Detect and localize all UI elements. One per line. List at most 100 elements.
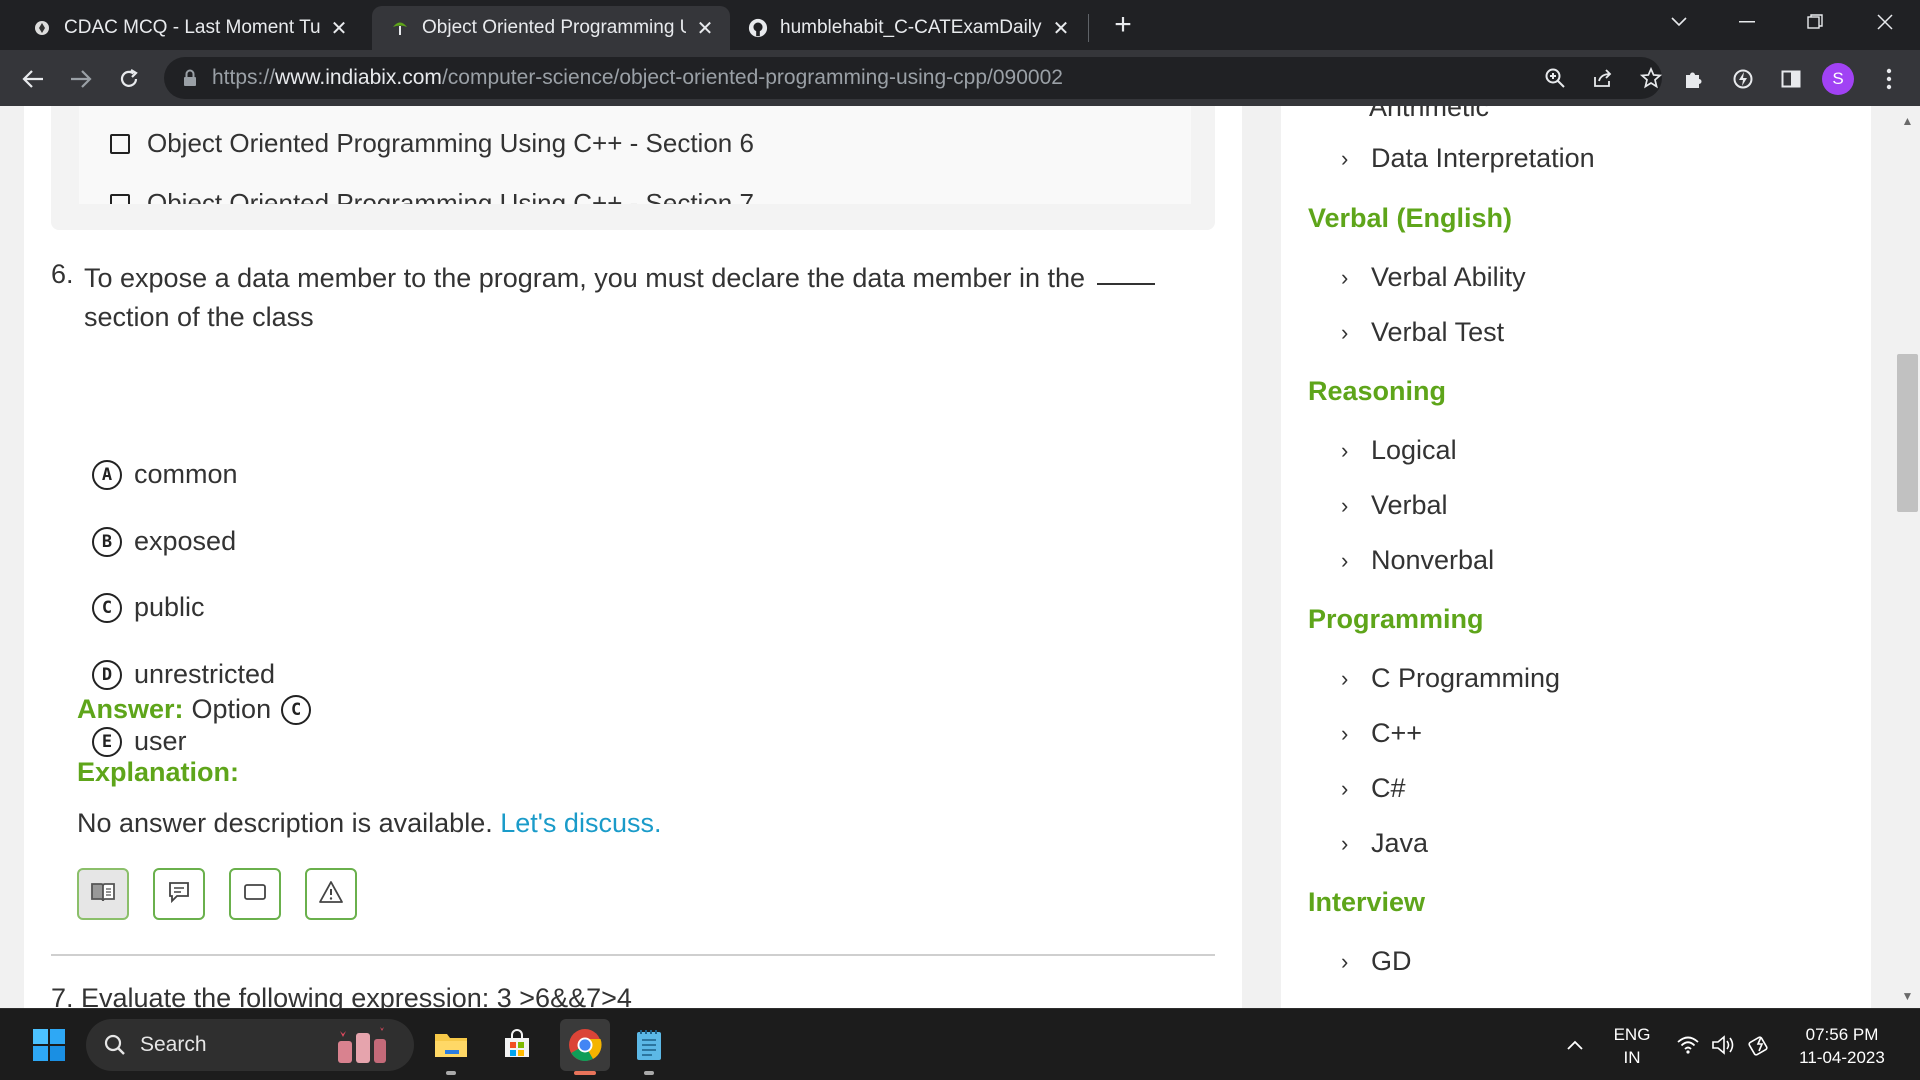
- sidebar-item-data-interpretation[interactable]: › Data Interpretation: [1341, 143, 1595, 174]
- scroll-thumb[interactable]: [1897, 354, 1918, 512]
- lock-icon: [182, 69, 200, 87]
- option-d[interactable]: D unrestricted: [92, 659, 275, 690]
- option-text: unrestricted: [134, 659, 276, 689]
- scroll-down-icon[interactable]: ▼: [1899, 987, 1916, 1004]
- sidebar-category-reasoning[interactable]: Reasoning: [1308, 376, 1446, 407]
- chrome-icon[interactable]: [560, 1019, 610, 1071]
- chevron-right-icon: ›: [1341, 319, 1349, 345]
- share-icon[interactable]: [1586, 61, 1620, 95]
- chevron-right-icon: ›: [1341, 948, 1349, 974]
- option-a[interactable]: A common: [92, 459, 238, 490]
- tab-close-icon[interactable]: ✕: [694, 17, 716, 40]
- volume-icon[interactable]: [1708, 1019, 1740, 1071]
- sidebar-item-gd[interactable]: › GD: [1341, 946, 1412, 977]
- address-bar[interactable]: https://www.indiabix.com/computer-scienc…: [164, 57, 1662, 99]
- chevron-right-icon: ›: [1341, 437, 1349, 463]
- sidebar-item-verbal-ability[interactable]: › Verbal Ability: [1341, 262, 1526, 293]
- input-language[interactable]: ENG IN: [1602, 1023, 1662, 1069]
- section-list-box: Object Oriented Programming Using C++ - …: [51, 106, 1215, 230]
- section-list: Object Oriented Programming Using C++ - …: [79, 106, 1191, 204]
- github-icon: [748, 18, 768, 38]
- performance-icon[interactable]: [1726, 62, 1760, 96]
- scroll-up-icon[interactable]: ▲: [1899, 112, 1916, 129]
- restore-icon[interactable]: [1786, 0, 1844, 44]
- chevron-right-icon: ›: [1341, 492, 1349, 518]
- answer-line: Answer: Option C: [77, 694, 312, 725]
- sidebar-item-arithmetic[interactable]: Arithmetic: [1369, 106, 1489, 123]
- option-text: public: [134, 592, 205, 622]
- report-icon: [243, 882, 267, 907]
- question-blank: [1096, 283, 1155, 285]
- sidebar-category-interview[interactable]: Interview: [1308, 887, 1425, 918]
- chevron-right-icon: ›: [1341, 547, 1349, 573]
- sidebar-item-java[interactable]: › Java: [1341, 828, 1428, 859]
- sidebar-nav: Arithmetic › Data Interpretation Verbal …: [1281, 106, 1871, 1008]
- back-icon[interactable]: [16, 62, 50, 96]
- extensions-puzzle-icon[interactable]: [1676, 62, 1710, 96]
- windows-start-icon[interactable]: [26, 1019, 72, 1071]
- zoom-icon[interactable]: [1538, 61, 1572, 95]
- clock[interactable]: 07:56 PM 11-04-2023: [1782, 1023, 1902, 1069]
- window-close-icon[interactable]: [1856, 0, 1914, 44]
- sidebar-item-cpp[interactable]: › C++: [1341, 718, 1422, 749]
- discuss-button[interactable]: [153, 868, 205, 920]
- show-hidden-icons-chevron-icon[interactable]: [1558, 1019, 1592, 1071]
- option-letter-badge: A: [92, 459, 122, 490]
- sidebar-item-c-programming[interactable]: › C Programming: [1341, 663, 1560, 694]
- side-panel-icon[interactable]: [1774, 62, 1808, 96]
- sidebar-item-verbal[interactable]: › Verbal: [1341, 490, 1448, 521]
- workspace-button[interactable]: [77, 868, 129, 920]
- minimize-icon[interactable]: [1718, 0, 1776, 44]
- microsoft-store-icon[interactable]: [494, 1019, 540, 1071]
- browser-menu-icon[interactable]: [1872, 62, 1906, 96]
- sidebar-item-nonverbal[interactable]: › Nonverbal: [1341, 545, 1494, 576]
- section-link[interactable]: Object Oriented Programming Using C++ - …: [110, 188, 754, 204]
- page-viewport: Object Oriented Programming Using C++ - …: [0, 106, 1920, 1008]
- bookmark-star-icon[interactable]: [1634, 61, 1668, 95]
- section-link[interactable]: Object Oriented Programming Using C++ - …: [110, 128, 754, 159]
- tab-github[interactable]: humblehabit_C-CATExamDailyPra ✕: [730, 6, 1086, 50]
- sidebar-item-label: GD: [1371, 946, 1412, 976]
- next-question-text: 7. Evaluate the following expression: 3 …: [51, 983, 632, 1008]
- option-e[interactable]: E user: [92, 726, 187, 757]
- tab-close-icon[interactable]: ✕: [328, 17, 350, 40]
- battery-charging-icon[interactable]: [1744, 1019, 1776, 1071]
- report-button[interactable]: [229, 868, 281, 920]
- tab-close-icon[interactable]: ✕: [1050, 17, 1072, 40]
- sidebar-item-logical[interactable]: › Logical: [1341, 435, 1457, 466]
- profile-avatar[interactable]: S: [1822, 63, 1854, 95]
- sidebar-item-csharp[interactable]: › C#: [1341, 773, 1406, 804]
- sidebar-category-programming[interactable]: Programming: [1308, 604, 1484, 635]
- option-letter-badge: E: [92, 726, 122, 757]
- workspace-icon: [90, 881, 116, 908]
- new-tab-plus-icon[interactable]: +: [1106, 8, 1140, 42]
- clock-date: 11-04-2023: [1799, 1048, 1885, 1067]
- browser-toolbar: https://www.indiabix.com/computer-scienc…: [0, 50, 1920, 106]
- tab-cdac-mcq[interactable]: CDAC MCQ - Last Moment Tuitio ✕: [14, 6, 364, 50]
- section-link-label: Object Oriented Programming Using C++ - …: [147, 188, 754, 204]
- explanation-text: No answer description is available. Let'…: [77, 808, 661, 839]
- option-c[interactable]: C public: [92, 592, 205, 623]
- file-explorer-icon[interactable]: [428, 1019, 474, 1071]
- discuss-link[interactable]: Let's discuss.: [500, 808, 661, 838]
- tab-title: Object Oriented Programming U: [422, 17, 686, 38]
- answer-letter-badge: C: [281, 694, 312, 725]
- flag-error-button[interactable]: [305, 868, 357, 920]
- tab-search-chevron-icon[interactable]: [1650, 0, 1708, 44]
- page-scrollbar[interactable]: [1895, 106, 1920, 1008]
- sidebar-item-verbal-test[interactable]: › Verbal Test: [1341, 317, 1504, 348]
- url-host: www.indiabix.com: [275, 66, 442, 89]
- reload-icon[interactable]: [112, 62, 146, 96]
- forward-icon[interactable]: [64, 62, 98, 96]
- sidebar-item-label: C#: [1371, 773, 1406, 803]
- notepad-icon[interactable]: [626, 1019, 672, 1071]
- browser-tab-strip: CDAC MCQ - Last Moment Tuitio ✕ Object O…: [0, 0, 1920, 50]
- clock-time: 07:56 PM: [1805, 1025, 1879, 1044]
- search-icon: [104, 1034, 126, 1056]
- wifi-icon[interactable]: [1672, 1019, 1704, 1071]
- sidebar-category-verbal-english[interactable]: Verbal (English): [1308, 203, 1512, 234]
- tab-indiabix-oop[interactable]: Object Oriented Programming U ✕: [372, 6, 730, 50]
- taskbar-search[interactable]: Search: [86, 1019, 414, 1071]
- chevron-right-icon: ›: [1341, 264, 1349, 290]
- option-b[interactable]: B exposed: [92, 526, 236, 557]
